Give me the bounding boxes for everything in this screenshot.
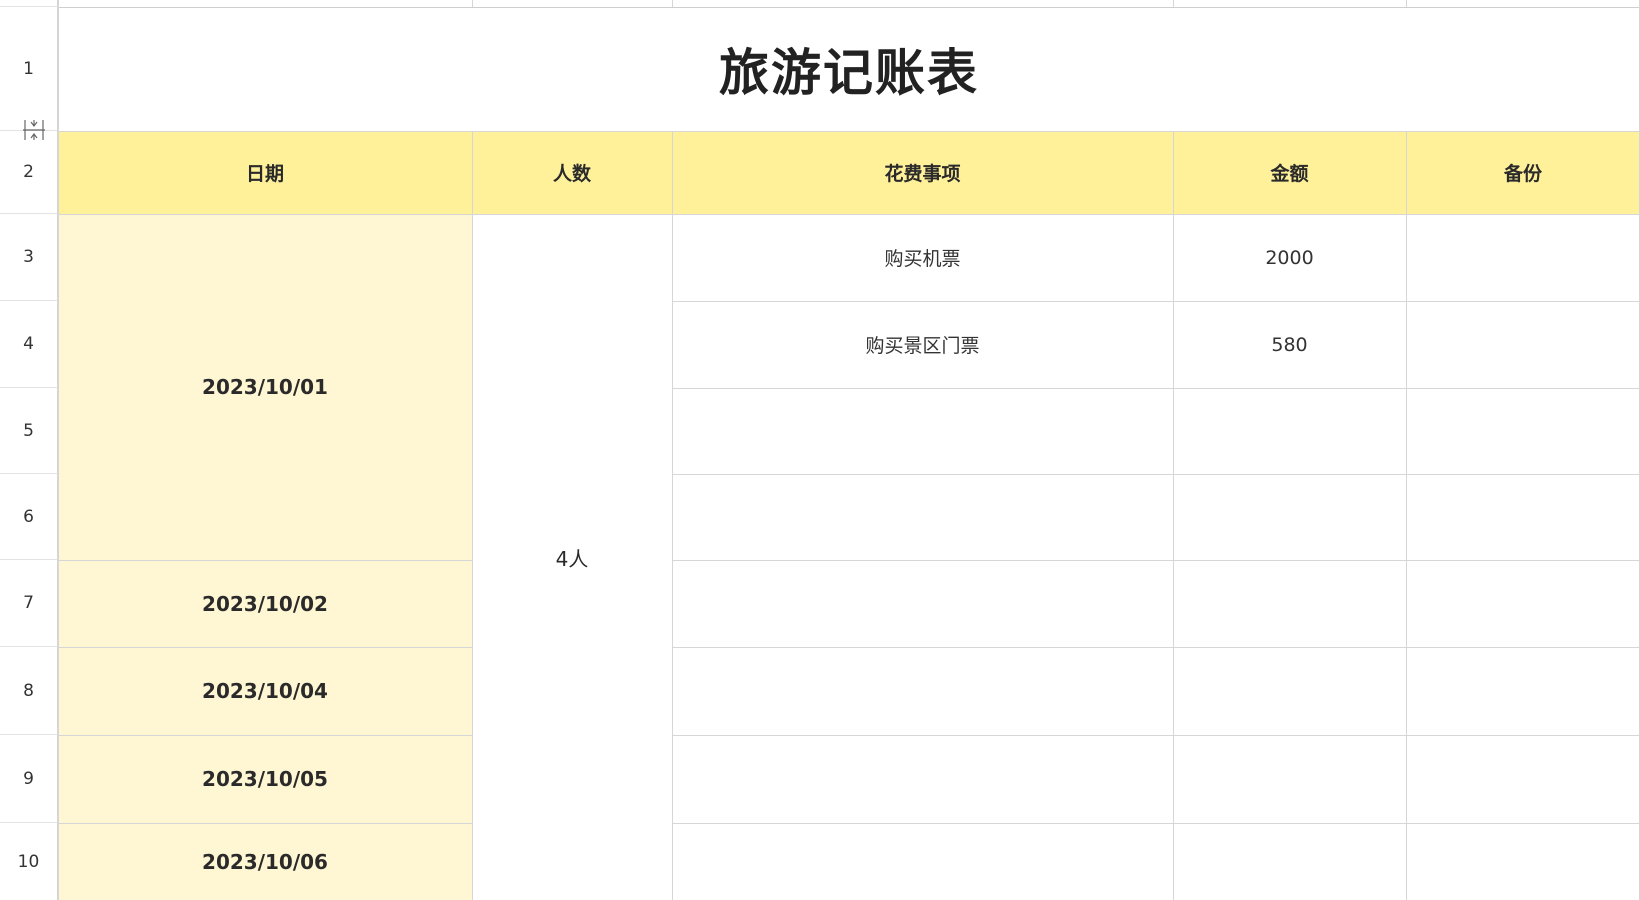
date-cell[interactable]: 2023/10/05 xyxy=(58,735,472,823)
gridline xyxy=(672,560,1640,561)
row-header-6[interactable]: 6 xyxy=(0,474,58,560)
expense-item-cell[interactable] xyxy=(672,560,1173,647)
expense-item-cell[interactable] xyxy=(672,388,1173,474)
gridline xyxy=(58,131,1640,132)
gridline xyxy=(58,214,1640,215)
date-cell[interactable]: 2023/10/06 xyxy=(58,823,472,900)
gridline xyxy=(672,647,1640,648)
gridline xyxy=(58,560,472,561)
backup-cell[interactable] xyxy=(1406,214,1640,301)
amount-cell[interactable] xyxy=(1173,560,1406,647)
gridline xyxy=(58,0,59,900)
row-header-1[interactable]: 1 xyxy=(0,7,58,131)
gridline xyxy=(1173,0,1174,7)
date-cell[interactable]: 2023/10/02 xyxy=(58,560,472,647)
gridline xyxy=(58,735,472,736)
gridline xyxy=(1406,0,1407,7)
gridline xyxy=(472,0,473,7)
row-header-10[interactable]: 10 xyxy=(0,823,58,900)
expense-item-cell[interactable]: 购买机票 xyxy=(672,214,1173,301)
amount-cell[interactable]: 580 xyxy=(1173,301,1406,388)
header-expense-cell[interactable]: 花费事项 xyxy=(672,131,1173,214)
header-amount-cell[interactable]: 金额 xyxy=(1173,131,1406,214)
row-header-5[interactable]: 5 xyxy=(0,388,58,474)
gridline xyxy=(672,0,673,7)
amount-cell[interactable] xyxy=(1173,823,1406,900)
row-header-4[interactable]: 4 xyxy=(0,301,58,388)
gridline xyxy=(672,388,1640,389)
gridline xyxy=(672,735,1640,736)
header-amount-label: 金额 xyxy=(1270,163,1309,185)
amount-cell[interactable]: 2000 xyxy=(1173,214,1406,301)
backup-cell[interactable] xyxy=(1406,560,1640,647)
header-expense-label: 花费事项 xyxy=(884,163,961,185)
expense-item-cell[interactable] xyxy=(672,474,1173,560)
backup-cell[interactable] xyxy=(1406,301,1640,388)
row-header-7[interactable]: 7 xyxy=(0,560,58,647)
amount-cell[interactable] xyxy=(1173,474,1406,560)
row-header-3[interactable]: 3 xyxy=(0,214,58,301)
gridline xyxy=(672,131,673,900)
row-header-9[interactable]: 9 xyxy=(0,735,58,823)
amount-cell[interactable] xyxy=(1173,735,1406,823)
backup-cell[interactable] xyxy=(1406,823,1640,900)
amount-cell[interactable] xyxy=(1173,388,1406,474)
expense-item-cell[interactable] xyxy=(672,823,1173,900)
row-header-top xyxy=(0,0,58,7)
sheet-title: 旅游记账表 xyxy=(719,44,979,102)
header-people-cell[interactable]: 人数 xyxy=(472,131,672,214)
gridline xyxy=(1173,131,1174,900)
expense-item-cell[interactable] xyxy=(672,735,1173,823)
header-date-label: 日期 xyxy=(245,163,284,185)
date-cell[interactable]: 2023/10/04 xyxy=(58,647,472,735)
header-people-label: 人数 xyxy=(552,163,591,185)
people-count-cell[interactable]: 4人 xyxy=(472,214,672,900)
row-header-2[interactable]: 2 xyxy=(0,131,58,214)
header-date-cell[interactable]: 日期 xyxy=(58,131,472,214)
gridline xyxy=(672,474,1640,475)
backup-cell[interactable] xyxy=(1406,474,1640,560)
people-count: 4人 xyxy=(555,546,589,571)
header-backup-label: 备份 xyxy=(1503,163,1542,185)
amount-cell[interactable] xyxy=(1173,647,1406,735)
date-cell[interactable]: 2023/10/01 xyxy=(58,214,472,560)
gridline xyxy=(58,823,472,824)
gridline xyxy=(472,131,473,900)
header-backup-cell[interactable]: 备份 xyxy=(1406,131,1640,214)
gridline xyxy=(1406,131,1407,900)
row-resize-icon[interactable] xyxy=(22,119,46,141)
row-header-8[interactable]: 8 xyxy=(0,647,58,735)
backup-cell[interactable] xyxy=(1406,388,1640,474)
gridline xyxy=(672,823,1640,824)
expense-item-cell[interactable]: 购买景区门票 xyxy=(672,301,1173,388)
backup-cell[interactable] xyxy=(1406,647,1640,735)
backup-cell[interactable] xyxy=(1406,735,1640,823)
expense-item-cell[interactable] xyxy=(672,647,1173,735)
gridline xyxy=(58,7,1640,8)
gridline xyxy=(58,647,472,648)
gridline xyxy=(672,301,1640,302)
sheet-title-cell[interactable]: 旅游记账表 xyxy=(58,7,1640,131)
